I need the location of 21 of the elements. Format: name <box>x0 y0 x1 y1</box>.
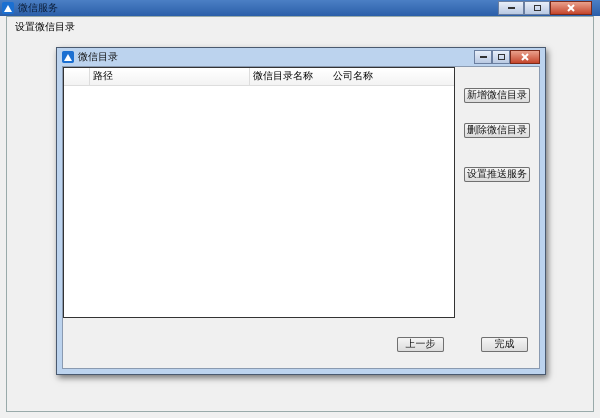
side-button[interactable]: 删除微信目录 <box>464 123 530 138</box>
close-icon <box>521 53 529 61</box>
column-header[interactable]: 路径 <box>90 68 250 85</box>
side-button[interactable]: 设置推送服务 <box>464 167 530 182</box>
close-button[interactable] <box>510 50 540 64</box>
side-button[interactable]: 新增微信目录 <box>464 88 530 103</box>
app-logo-icon <box>62 51 74 63</box>
maximize-button[interactable] <box>524 1 550 15</box>
window-title: 微信服务 <box>18 2 58 16</box>
maximize-button[interactable] <box>492 50 510 64</box>
page-heading: 设置微信目录 <box>15 20 76 34</box>
minimize-button[interactable] <box>498 1 524 15</box>
dialog-title: 微信目录 <box>78 50 118 64</box>
nav-button[interactable]: 完成 <box>481 337 528 352</box>
minimize-button[interactable] <box>474 50 492 64</box>
nav-button[interactable]: 上一步 <box>397 337 444 352</box>
close-button[interactable] <box>550 1 592 15</box>
app-logo-icon <box>2 2 14 14</box>
column-header[interactable]: 微信目录名称 <box>250 68 330 85</box>
column-header[interactable]: 公司名称 <box>330 68 454 85</box>
close-icon <box>567 4 575 12</box>
